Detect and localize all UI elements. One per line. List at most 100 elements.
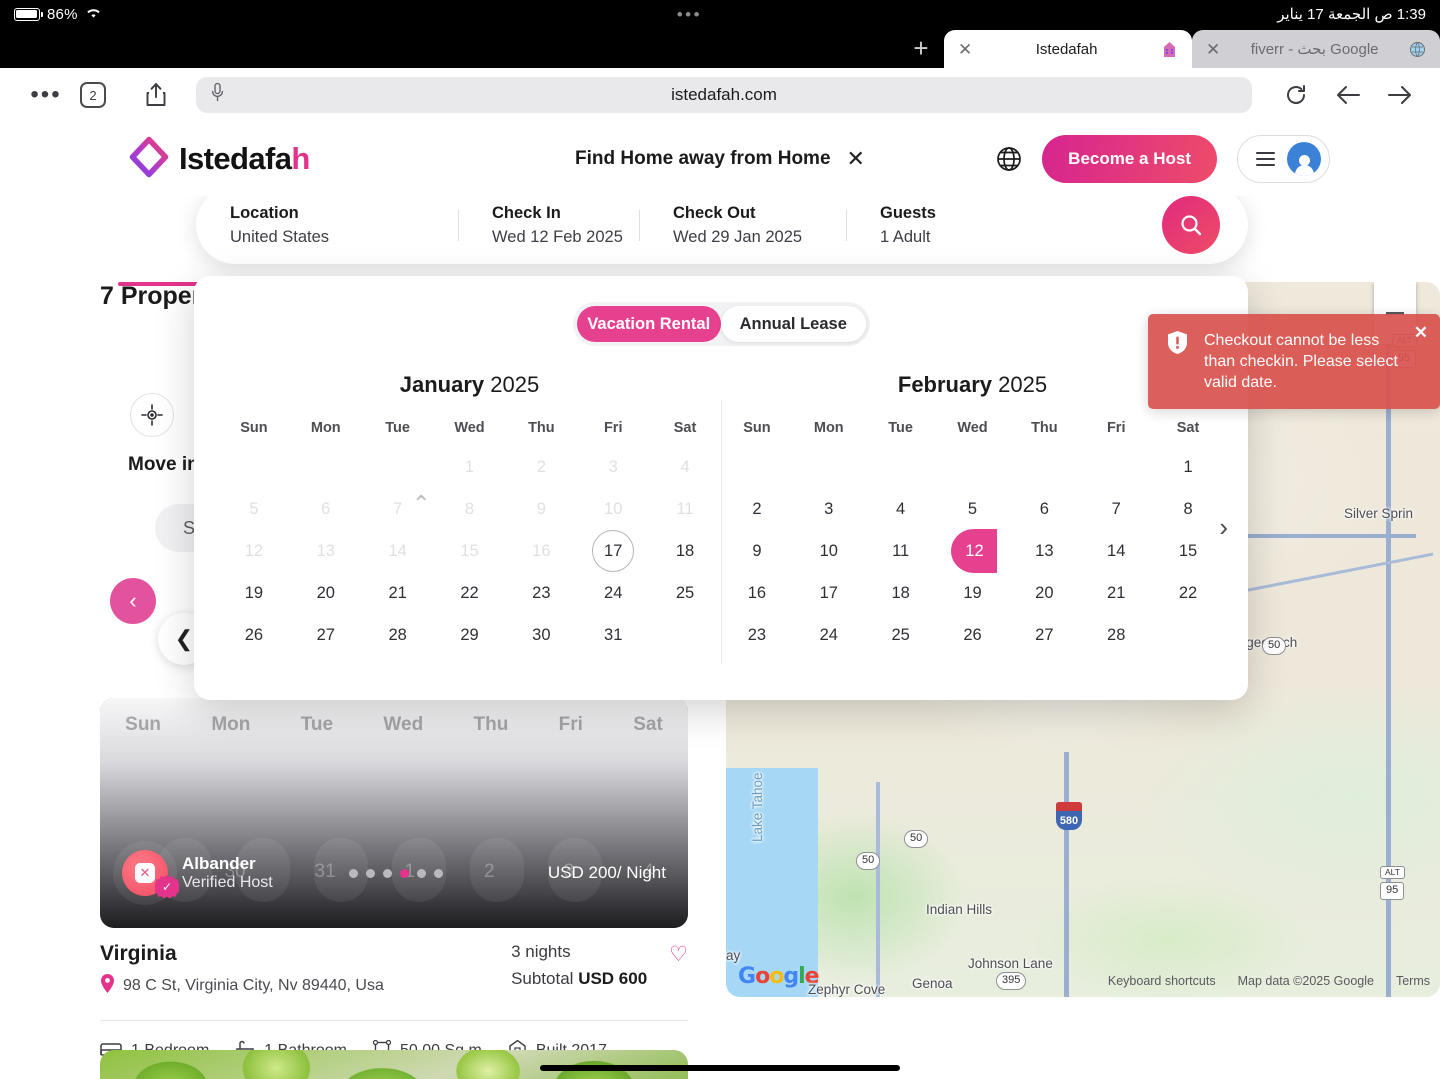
- day-cell-12[interactable]: 12: [937, 530, 1009, 572]
- day-cell-5[interactable]: 5: [937, 488, 1009, 530]
- back-arrow-icon[interactable]: [1326, 75, 1370, 115]
- map-data-label: Map data ©2025 Google: [1238, 974, 1374, 988]
- day-cell-20[interactable]: 20: [1008, 572, 1080, 614]
- close-icon[interactable]: ✕: [847, 148, 865, 170]
- more-menu-button[interactable]: •••: [18, 85, 74, 104]
- tab-vacation-rental[interactable]: Vacation Rental: [577, 306, 722, 342]
- carousel-dot[interactable]: [417, 869, 426, 878]
- day-cell-22[interactable]: 22: [1152, 572, 1224, 614]
- route-shield: 395: [996, 972, 1026, 990]
- address-bar[interactable]: istedafah.com: [196, 77, 1252, 113]
- browser-tab-istedafah[interactable]: ✕ Istedafah: [944, 30, 1192, 68]
- day-cell-7[interactable]: 7: [1080, 488, 1152, 530]
- day-cell-13: 13: [290, 530, 362, 572]
- search-field-checkin[interactable]: Check In Wed 12 Feb 2025: [458, 204, 639, 247]
- become-a-host-button[interactable]: Become a Host: [1042, 135, 1217, 183]
- carousel-prev-button[interactable]: ‹: [110, 578, 156, 624]
- day-cell-17[interactable]: 17: [793, 572, 865, 614]
- day-cell-17[interactable]: 17: [577, 530, 649, 572]
- property-address-row: 98 C St, Virginia City, Nv 89440, Usa: [100, 974, 384, 998]
- day-cell-3[interactable]: 3: [793, 488, 865, 530]
- heart-icon[interactable]: ♡: [669, 942, 688, 989]
- day-cell-4[interactable]: 4: [865, 488, 937, 530]
- day-cell-23[interactable]: 23: [505, 572, 577, 614]
- carousel-dot[interactable]: [349, 869, 358, 878]
- keyboard-shortcuts-link[interactable]: Keyboard shortcuts: [1108, 974, 1216, 988]
- battery-percent-label: 86%: [47, 6, 78, 23]
- day-grid[interactable]: 1234567891011121314151617181920212223242…: [218, 446, 721, 656]
- site-logo[interactable]: Istedafah: [128, 136, 310, 183]
- close-icon[interactable]: ✕: [1414, 324, 1428, 341]
- browser-tab-google[interactable]: ✕ fiverr - بحث Google: [1192, 30, 1440, 68]
- weekday-label: Tue: [362, 420, 434, 446]
- search-field-location[interactable]: Location United States: [196, 204, 458, 247]
- tab-overview-button[interactable]: 2: [80, 82, 106, 108]
- forward-arrow-icon[interactable]: [1378, 75, 1422, 115]
- day-cell-28[interactable]: 28: [362, 614, 434, 656]
- search-icon[interactable]: [1162, 196, 1220, 254]
- day-cell-2: 2: [505, 446, 577, 488]
- day-cell-18[interactable]: 18: [865, 572, 937, 614]
- terms-link[interactable]: Terms: [1396, 974, 1430, 988]
- day-cell-19[interactable]: 19: [218, 572, 290, 614]
- route-shield: 50: [904, 830, 928, 848]
- carousel-dot[interactable]: [383, 869, 392, 878]
- day-cell-9: 9: [505, 488, 577, 530]
- day-cell-27[interactable]: 27: [290, 614, 362, 656]
- day-cell-16[interactable]: 16: [721, 572, 793, 614]
- reload-icon[interactable]: [1274, 75, 1318, 115]
- day-cell-28[interactable]: 28: [1080, 614, 1152, 656]
- search-field-guests[interactable]: Guests 1 Adult: [846, 204, 1036, 247]
- day-cell-8[interactable]: 8: [1152, 488, 1224, 530]
- day-cell-20[interactable]: 20: [290, 572, 362, 614]
- day-cell-10[interactable]: 10: [793, 530, 865, 572]
- day-cell-22[interactable]: 22: [434, 572, 506, 614]
- share-icon[interactable]: [136, 82, 176, 108]
- close-icon[interactable]: ✕: [958, 41, 972, 58]
- day-cell-9[interactable]: 9: [721, 530, 793, 572]
- day-cell-12: 12: [218, 530, 290, 572]
- route-395-road: [1064, 752, 1069, 997]
- day-cell-1[interactable]: 1: [1152, 446, 1224, 488]
- day-cell-29[interactable]: 29: [434, 614, 506, 656]
- carousel-dot[interactable]: [366, 869, 375, 878]
- carousel-dots[interactable]: [349, 869, 443, 878]
- day-cell-31[interactable]: 31: [577, 614, 649, 656]
- day-cell-6[interactable]: 6: [1008, 488, 1080, 530]
- globe-icon[interactable]: [996, 146, 1022, 172]
- day-cell-26[interactable]: 26: [937, 614, 1009, 656]
- day-cell-24[interactable]: 24: [793, 614, 865, 656]
- day-cell-21[interactable]: 21: [362, 572, 434, 614]
- host-avatar[interactable]: ✕ ✓: [122, 850, 168, 896]
- day-cell-26[interactable]: 26: [218, 614, 290, 656]
- day-cell-14[interactable]: 14: [1080, 530, 1152, 572]
- day-cell-2[interactable]: 2: [721, 488, 793, 530]
- day-grid[interactable]: 1234567891011121314151617181920212223242…: [721, 446, 1224, 656]
- property-card-image[interactable]: SunMonTueWedThuFriSat 2730311234 ✕ ✓ Alb…: [100, 698, 688, 928]
- property-summary-row: Virginia 98 C St, Virginia City, Nv 8944…: [100, 942, 688, 998]
- host-logo-icon: ✕: [135, 863, 155, 883]
- day-cell-25[interactable]: 25: [649, 572, 721, 614]
- hamburger-icon[interactable]: [1256, 152, 1275, 167]
- user-avatar-icon[interactable]: [1287, 142, 1321, 176]
- day-cell-19[interactable]: 19: [937, 572, 1009, 614]
- close-icon[interactable]: ✕: [1206, 41, 1220, 58]
- account-menu-button[interactable]: [1237, 135, 1330, 183]
- day-cell-15[interactable]: 15: [1152, 530, 1224, 572]
- day-cell-25[interactable]: 25: [865, 614, 937, 656]
- carousel-dot[interactable]: [400, 869, 409, 878]
- host-name-label: Albander: [182, 854, 273, 874]
- day-cell-13[interactable]: 13: [1008, 530, 1080, 572]
- search-field-checkout[interactable]: Check Out Wed 29 Jan 2025: [639, 204, 846, 247]
- day-cell-27[interactable]: 27: [1008, 614, 1080, 656]
- day-cell-30[interactable]: 30: [505, 614, 577, 656]
- new-tab-button[interactable]: +: [898, 33, 944, 64]
- day-cell-11[interactable]: 11: [865, 530, 937, 572]
- carousel-dot[interactable]: [434, 869, 443, 878]
- crosshair-icon[interactable]: [130, 393, 174, 437]
- day-cell-24[interactable]: 24: [577, 572, 649, 614]
- day-cell-21[interactable]: 21: [1080, 572, 1152, 614]
- tab-annual-lease[interactable]: Annual Lease: [721, 306, 866, 342]
- day-cell-23[interactable]: 23: [721, 614, 793, 656]
- day-cell-18[interactable]: 18: [649, 530, 721, 572]
